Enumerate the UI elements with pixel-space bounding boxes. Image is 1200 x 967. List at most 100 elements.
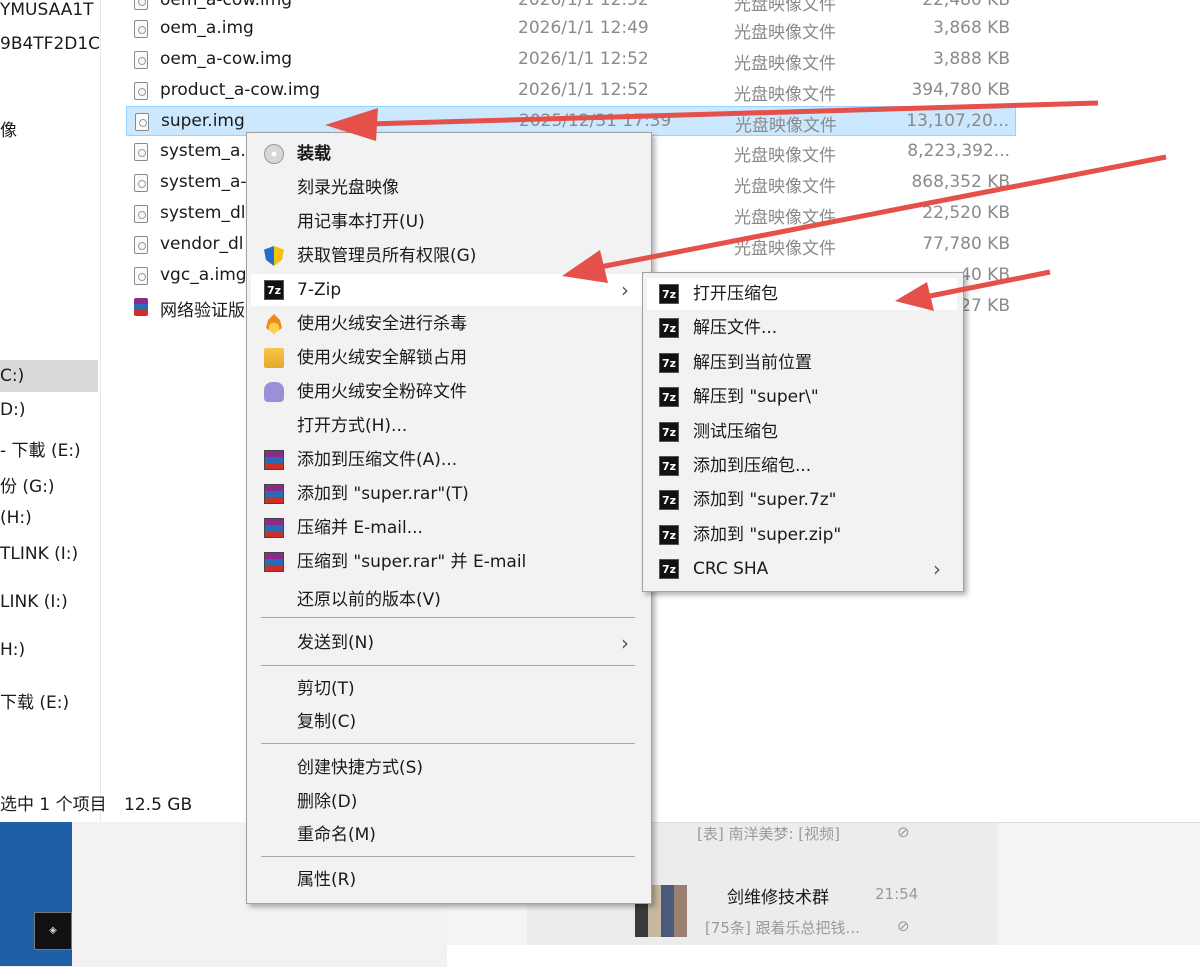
menu-separator — [261, 665, 635, 666]
menu-item-huorong-unlock[interactable]: 使用火绒安全解锁占用 — [251, 342, 645, 374]
menu-item-label: 压缩并 E-mail... — [297, 518, 423, 538]
file-type: 光盘映像文件 — [734, 0, 836, 15]
submenu-item-add-to-super-zip[interactable]: 7z 添加到 "super.zip" — [647, 519, 957, 551]
menu-item-mount[interactable]: 装载 — [251, 138, 645, 170]
menu-item-label: 创建快捷方式(S) — [297, 758, 424, 778]
file-size: 22,520 KB — [922, 203, 1010, 223]
file-name: 网络验证版 — [160, 301, 245, 321]
file-name: oem_a-cow.img — [160, 49, 293, 69]
menu-item-huorong-scan[interactable]: 使用火绒安全进行杀毒 — [251, 308, 645, 340]
nav-item-i-drive-2[interactable]: LINK (I:) — [0, 592, 68, 612]
menu-item-label: 打开方式(H)... — [297, 416, 408, 436]
submenu-item-label: CRC SHA — [693, 559, 769, 580]
menu-item-label: 添加到压缩文件(A)... — [297, 450, 458, 470]
file-type: 光盘映像文件 — [735, 116, 837, 136]
menu-item-add-to-super-rar[interactable]: 添加到 "super.rar"(T) — [251, 478, 645, 510]
7zip-icon: 7z — [659, 524, 679, 545]
nav-item-h-drive[interactable]: (H:) — [0, 508, 32, 528]
navigation-pane: YMUSAA1T 9B4TF2D1C 像 C:) D:) - 下載 (E:) 份… — [0, 0, 101, 822]
menu-item-create-shortcut[interactable]: 创建快捷方式(S) — [251, 752, 645, 784]
chat-group-name[interactable]: 剑维修技术群 — [727, 883, 829, 908]
nav-item-i-drive[interactable]: TLINK (I:) — [0, 544, 78, 564]
menu-item-properties[interactable]: 属性(R) — [251, 864, 645, 896]
nav-item[interactable]: 9B4TF2D1C — [0, 34, 100, 54]
menu-item-label: 添加到 "super.rar"(T) — [297, 484, 469, 504]
nav-item-h-drive-2[interactable]: H:) — [0, 640, 25, 660]
submenu-item-crc-sha[interactable]: 7z CRC SHA › — [647, 553, 957, 585]
chat-prev-line: [表] 南洋美梦: [视频] — [697, 825, 840, 843]
menu-item-7zip[interactable]: 7z 7-Zip › — [251, 274, 645, 306]
submenu-item-add-to-archive[interactable]: 7z 添加到压缩包... — [647, 450, 957, 482]
submenu-item-extract-files[interactable]: 7z 解压文件... — [647, 312, 957, 344]
file-type: 光盘映像文件 — [734, 177, 836, 197]
file-size: 22,480 KB — [922, 0, 1010, 10]
file-name: system_a. — [160, 141, 246, 161]
submenu-item-extract-here[interactable]: 7z 解压到当前位置 — [647, 347, 957, 379]
submenu-item-open-archive[interactable]: 7z 打开压缩包 — [647, 278, 957, 310]
folder-lock-icon — [264, 348, 284, 368]
menu-item-add-to-archive[interactable]: 添加到压缩文件(A)... — [251, 444, 645, 476]
file-row[interactable]: product_a-cow.img 2026/1/1 12:52 光盘映像文件 394… — [126, 76, 1016, 106]
winrar-icon — [264, 484, 284, 504]
winrar-file-icon — [134, 298, 148, 316]
menu-item-delete[interactable]: 删除(D) — [251, 786, 645, 818]
file-type: 光盘映像文件 — [734, 146, 836, 166]
menu-item-label: 复制(C) — [297, 712, 357, 732]
file-date: 2026/1/1 12:49 — [518, 18, 649, 38]
context-menu: 装载 刻录光盘映像 用记事本打开(U) 获取管理员所有权限(G) 7z 7-Zip › 使用火… — [246, 132, 652, 904]
menu-item-restore-previous-versions[interactable]: 还原以前的版本(V) — [251, 584, 645, 616]
menu-item-compress-and-email[interactable]: 压缩并 E-mail... — [251, 512, 645, 544]
app-logo-icon[interactable]: ◈ — [34, 912, 72, 950]
menu-item-take-ownership[interactable]: 获取管理员所有权限(G) — [251, 240, 645, 272]
7zip-icon: 7z — [264, 280, 284, 300]
submenu-item-add-to-super-7z[interactable]: 7z 添加到 "super.7z" — [647, 484, 957, 516]
nav-item-c-drive[interactable]: C:) — [0, 360, 98, 392]
menu-item-copy[interactable]: 复制(C) — [251, 706, 645, 738]
menu-item-label: 7-Zip — [297, 280, 342, 300]
mute-icon: ⊘ — [897, 917, 910, 935]
file-size: 3,868 KB — [933, 18, 1010, 38]
menu-item-open-with-notepad[interactable]: 用记事本打开(U) — [251, 206, 645, 238]
menu-item-open-with[interactable]: 打开方式(H)... — [251, 410, 645, 442]
file-size: 13,107,20... — [906, 111, 1009, 131]
menu-item-compress-super-rar-email[interactable]: 压缩到 "super.rar" 并 E-mail — [251, 546, 645, 578]
file-type: 光盘映像文件 — [734, 54, 836, 74]
file-size: 40 KB — [960, 265, 1010, 285]
file-name: system_a- — [160, 172, 247, 192]
nav-item-d-drive[interactable]: D:) — [0, 400, 25, 420]
disc-image-file-icon — [134, 174, 148, 192]
menu-separator — [261, 743, 635, 744]
7zip-icon: 7z — [659, 456, 679, 476]
nav-item-g-drive[interactable]: 份 (G:) — [0, 472, 55, 497]
menu-item-cut[interactable]: 剪切(T) — [251, 673, 645, 705]
file-date: 2026/1/1 12:52 — [518, 80, 649, 100]
file-type: 光盘映像文件 — [734, 239, 836, 259]
menu-item-huorong-shred[interactable]: 使用火绒安全粉碎文件 — [251, 376, 645, 408]
menu-item-label: 重命名(M) — [297, 825, 376, 845]
chevron-right-icon: › — [933, 557, 941, 582]
nav-item-e-drive[interactable]: - 下載 (E:) — [0, 436, 81, 461]
menu-item-label: 使用火绒安全进行杀毒 — [297, 314, 467, 334]
file-type: 光盘映像文件 — [734, 208, 836, 228]
file-name: super.img — [161, 111, 245, 131]
7zip-icon: 7z — [659, 284, 679, 304]
file-row[interactable]: oem_a.img 2026/1/1 12:49 光盘映像文件 3,868 KB — [126, 14, 1016, 44]
nav-item-e-drive-2[interactable]: 下载 (E:) — [0, 688, 69, 713]
nav-item[interactable]: 像 — [0, 116, 17, 141]
menu-item-label: 用记事本打开(U) — [297, 212, 425, 232]
file-size: 394,780 KB — [911, 80, 1010, 100]
submenu-item-label: 添加到压缩包... — [693, 456, 812, 476]
nav-item[interactable]: YMUSAA1T — [0, 0, 94, 20]
file-name: product_a-cow.img — [160, 80, 321, 100]
menu-item-label: 删除(D) — [297, 792, 358, 812]
submenu-item-test-archive[interactable]: 7z 测试压缩包 — [647, 416, 957, 448]
menu-item-send-to[interactable]: 发送到(N) › — [251, 627, 645, 659]
submenu-item-extract-to-super[interactable]: 7z 解压到 "super\" — [647, 381, 957, 413]
file-row[interactable]: oem_a-cow.img 2026/1/1 12:52 光盘映像文件 3,888 K… — [126, 45, 1016, 75]
file-size: 77,780 KB — [922, 234, 1010, 254]
huorong-icon — [266, 314, 282, 334]
disc-image-file-icon — [134, 143, 148, 161]
file-size: 3,888 KB — [933, 49, 1010, 69]
menu-item-burn-disc-image[interactable]: 刻录光盘映像 — [251, 172, 645, 204]
menu-item-rename[interactable]: 重命名(M) — [251, 819, 645, 851]
